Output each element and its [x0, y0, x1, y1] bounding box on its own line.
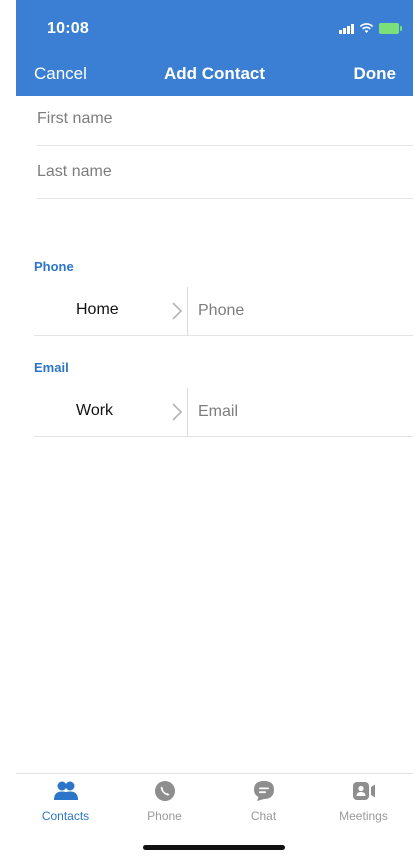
chevron-right-icon — [172, 403, 183, 421]
phone-row: Home — [34, 287, 413, 336]
email-row: Work — [34, 388, 413, 437]
phone-icon — [154, 781, 175, 801]
tab-meetings[interactable]: Meetings — [314, 774, 413, 830]
contacts-icon — [53, 781, 78, 800]
phone-type-selector[interactable]: Home — [34, 287, 186, 335]
row-divider — [187, 287, 188, 335]
last-name-input[interactable] — [37, 149, 413, 199]
phone-type-label: Home — [76, 301, 119, 318]
phone-input[interactable] — [198, 287, 408, 335]
phone-section-label: Phone — [34, 259, 74, 274]
done-button[interactable]: Done — [354, 64, 397, 84]
email-input[interactable] — [198, 388, 408, 436]
email-type-selector[interactable]: Work — [34, 388, 186, 436]
row-divider — [187, 388, 188, 436]
signal-icon — [339, 23, 354, 34]
email-section-label: Email — [34, 360, 69, 375]
nav-bar: Cancel Add Contact Done — [16, 58, 413, 92]
tab-label: Chat — [250, 809, 277, 823]
email-type-label: Work — [76, 402, 114, 419]
chevron-right-icon — [172, 302, 183, 320]
screen: 10:08 Cancel Add Contact Done Phone Home — [16, 0, 413, 858]
home-indicator — [143, 845, 285, 850]
tab-label: Meetings — [339, 809, 388, 823]
battery-charging-icon — [379, 22, 402, 34]
tab-label: Contacts — [41, 809, 90, 823]
meetings-icon — [352, 782, 375, 800]
status-time: 10:08 — [47, 20, 89, 37]
tab-contacts[interactable]: Contacts — [16, 774, 115, 830]
first-name-input[interactable] — [37, 96, 413, 146]
header-bar: 10:08 Cancel Add Contact Done — [16, 0, 413, 96]
chat-icon — [253, 781, 274, 801]
wifi-icon — [359, 23, 374, 33]
tab-label: Phone — [147, 809, 182, 823]
tab-chat[interactable]: Chat — [214, 774, 313, 830]
status-icons — [339, 20, 402, 36]
tab-phone[interactable]: Phone — [115, 774, 214, 830]
